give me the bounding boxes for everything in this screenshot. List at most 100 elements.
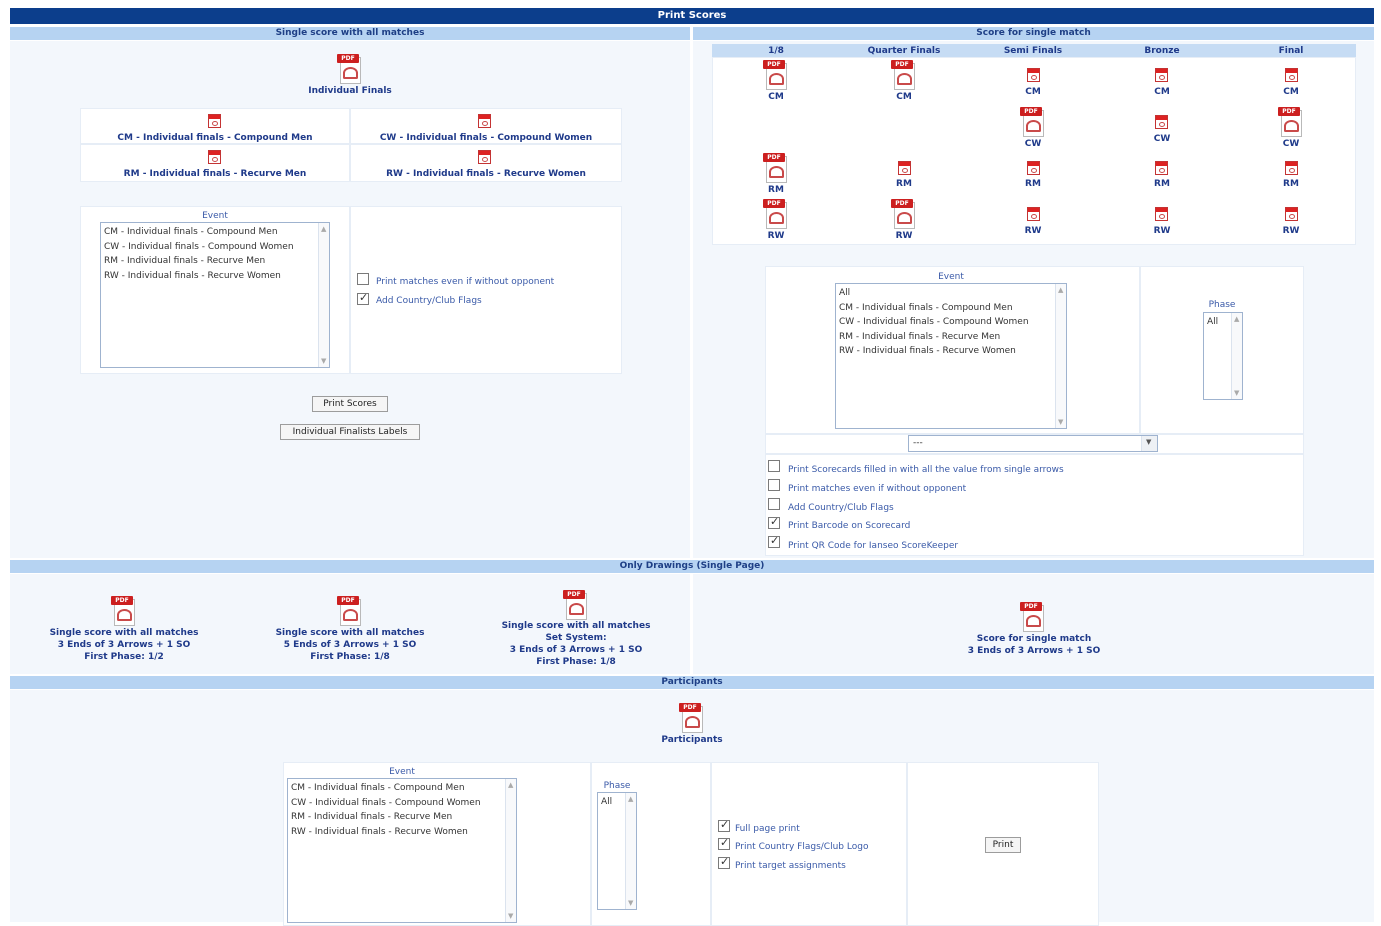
grid-link[interactable]: CW	[1226, 139, 1356, 149]
event-option[interactable]: RM - Individual finals - Recurve Men	[839, 330, 1063, 345]
event-link-rm[interactable]: RM - Individual finals - Recurve Men	[90, 169, 340, 179]
grid-link[interactable]: CM	[1226, 87, 1356, 97]
event-option[interactable]: CW - Individual finals - Compound Women	[104, 240, 326, 255]
grid-link[interactable]: CM	[1098, 87, 1226, 97]
scroll-down-icon[interactable]: ▼	[1234, 389, 1239, 397]
grid-link[interactable]: RW	[1226, 226, 1356, 236]
pdf-icon[interactable]: PDF	[763, 199, 789, 229]
grid-link[interactable]: RM	[840, 179, 968, 189]
pdf-icon[interactable]	[1155, 115, 1168, 129]
target-assignments-checkbox[interactable]	[718, 855, 730, 869]
pdf-icon[interactable]: PDF	[763, 60, 789, 90]
event-option[interactable]: CW - Individual finals - Compound Women	[839, 315, 1063, 330]
scroll-down-icon[interactable]: ▼	[508, 912, 513, 920]
grid-link[interactable]: CW	[1098, 134, 1226, 144]
grid-link[interactable]: RM	[968, 179, 1098, 189]
grid-link[interactable]: RW	[1098, 226, 1226, 236]
pdf-icon[interactable]	[1155, 207, 1168, 221]
pdf-icon[interactable]	[1027, 161, 1040, 175]
country-flags-checkbox[interactable]	[768, 498, 780, 510]
individual-finals-link[interactable]: Individual Finals	[280, 86, 420, 96]
scroll-down-icon[interactable]: ▼	[321, 357, 326, 365]
pdf-icon[interactable]: PDF	[1278, 107, 1304, 137]
full-page-checkbox[interactable]	[718, 818, 730, 832]
scroll-down-icon[interactable]: ▼	[628, 899, 633, 907]
pdf-icon[interactable]: PDF	[111, 596, 137, 626]
grid-link[interactable]: CW	[968, 139, 1098, 149]
grid-link[interactable]: CM	[712, 92, 840, 102]
grid-link[interactable]: RW	[840, 231, 968, 241]
filled-scorecards-checkbox[interactable]	[768, 460, 780, 472]
drawing-link-1[interactable]: Single score with all matches 3 Ends of …	[40, 627, 208, 663]
event-option[interactable]: RW - Individual finals - Recurve Women	[839, 344, 1063, 359]
grid-link[interactable]: RW	[968, 226, 1098, 236]
without-opponent-checkbox[interactable]	[768, 479, 780, 491]
event-option[interactable]: RM - Individual finals - Recurve Men	[291, 810, 513, 825]
pdf-icon[interactable]: PDF	[763, 153, 789, 183]
grid-link[interactable]: RM	[712, 185, 840, 195]
pdf-icon[interactable]: PDF	[679, 703, 705, 733]
pdf-icon[interactable]: PDF	[337, 54, 363, 84]
pdf-icon[interactable]	[478, 150, 491, 164]
event-listbox[interactable]: CM - Individual finals - Compound Men CW…	[100, 222, 330, 368]
scrollbar[interactable]: ▲ ▼	[505, 779, 516, 922]
finalists-labels-button[interactable]: Individual Finalists Labels	[280, 424, 420, 440]
pdf-icon[interactable]	[1155, 68, 1168, 82]
scrollbar[interactable]: ▲ ▼	[1231, 313, 1242, 399]
scrollbar[interactable]: ▲ ▼	[1055, 284, 1066, 428]
print-button[interactable]: Print	[985, 837, 1021, 853]
event-option[interactable]: CW - Individual finals - Compound Women	[291, 796, 513, 811]
pdf-icon[interactable]: PDF	[563, 590, 589, 620]
grid-link[interactable]: RW	[712, 231, 840, 241]
scroll-up-icon[interactable]: ▲	[321, 225, 326, 233]
country-flags-checkbox[interactable]	[718, 836, 730, 850]
event-option[interactable]: RW - Individual finals - Recurve Women	[291, 825, 513, 840]
scroll-up-icon[interactable]: ▲	[1234, 315, 1239, 323]
event-link-cw[interactable]: CW - Individual finals - Compound Women	[360, 133, 612, 143]
pdf-icon[interactable]	[208, 114, 221, 128]
scrollbar[interactable]: ▲ ▼	[318, 223, 329, 367]
scroll-up-icon[interactable]: ▲	[628, 795, 633, 803]
pdf-icon[interactable]: PDF	[891, 199, 917, 229]
pdf-icon[interactable]	[1027, 207, 1040, 221]
drawing-link-2[interactable]: Single score with all matches 5 Ends of …	[266, 627, 434, 663]
pdf-icon[interactable]: PDF	[1020, 602, 1046, 632]
event-link-cm[interactable]: CM - Individual finals - Compound Men	[90, 133, 340, 143]
barcode-checkbox[interactable]	[768, 515, 780, 529]
event-option[interactable]: CM - Individual finals - Compound Men	[839, 301, 1063, 316]
scroll-up-icon[interactable]: ▲	[1058, 286, 1063, 294]
scroll-down-icon[interactable]: ▼	[1058, 418, 1063, 426]
scrollbar[interactable]: ▲ ▼	[625, 793, 636, 909]
event-listbox[interactable]: All CM - Individual finals - Compound Me…	[835, 283, 1067, 429]
grid-link[interactable]: RM	[1226, 179, 1356, 189]
event-link-rw[interactable]: RW - Individual finals - Recurve Women	[360, 169, 612, 179]
grid-link[interactable]: CM	[968, 87, 1098, 97]
event-option[interactable]: CM - Individual finals - Compound Men	[291, 781, 513, 796]
phase-listbox[interactable]: All ▲ ▼	[1203, 312, 1243, 400]
pdf-icon[interactable]: PDF	[337, 596, 363, 626]
participants-link[interactable]: Participants	[622, 735, 762, 745]
chevron-down-icon[interactable]: ▼	[1141, 436, 1157, 451]
grid-link[interactable]: RM	[1098, 179, 1226, 189]
drawing-link-4[interactable]: Score for single match 3 Ends of 3 Arrow…	[940, 633, 1128, 657]
country-flags-checkbox[interactable]	[357, 291, 369, 305]
pdf-icon[interactable]	[478, 114, 491, 128]
event-listbox[interactable]: CM - Individual finals - Compound Men CW…	[287, 778, 517, 923]
pdf-icon[interactable]	[1285, 207, 1298, 221]
event-option[interactable]: RM - Individual finals - Recurve Men	[104, 254, 326, 269]
event-option[interactable]: RW - Individual finals - Recurve Women	[104, 269, 326, 284]
pdf-icon[interactable]	[1155, 161, 1168, 175]
event-option[interactable]: CM - Individual finals - Compound Men	[104, 225, 326, 240]
pdf-icon[interactable]	[1285, 161, 1298, 175]
print-scores-button[interactable]: Print Scores	[312, 396, 388, 412]
qr-code-checkbox[interactable]	[768, 534, 780, 548]
phase-listbox[interactable]: All ▲ ▼	[597, 792, 637, 910]
pdf-icon[interactable]: PDF	[1020, 107, 1046, 137]
grid-link[interactable]: CM	[840, 92, 968, 102]
pdf-icon[interactable]	[1027, 68, 1040, 82]
scroll-up-icon[interactable]: ▲	[508, 781, 513, 789]
pdf-icon[interactable]	[898, 161, 911, 175]
drawing-link-3[interactable]: Single score with all matches Set System…	[492, 620, 660, 668]
pdf-icon[interactable]	[208, 150, 221, 164]
match-select[interactable]: --- ▼	[908, 435, 1158, 452]
